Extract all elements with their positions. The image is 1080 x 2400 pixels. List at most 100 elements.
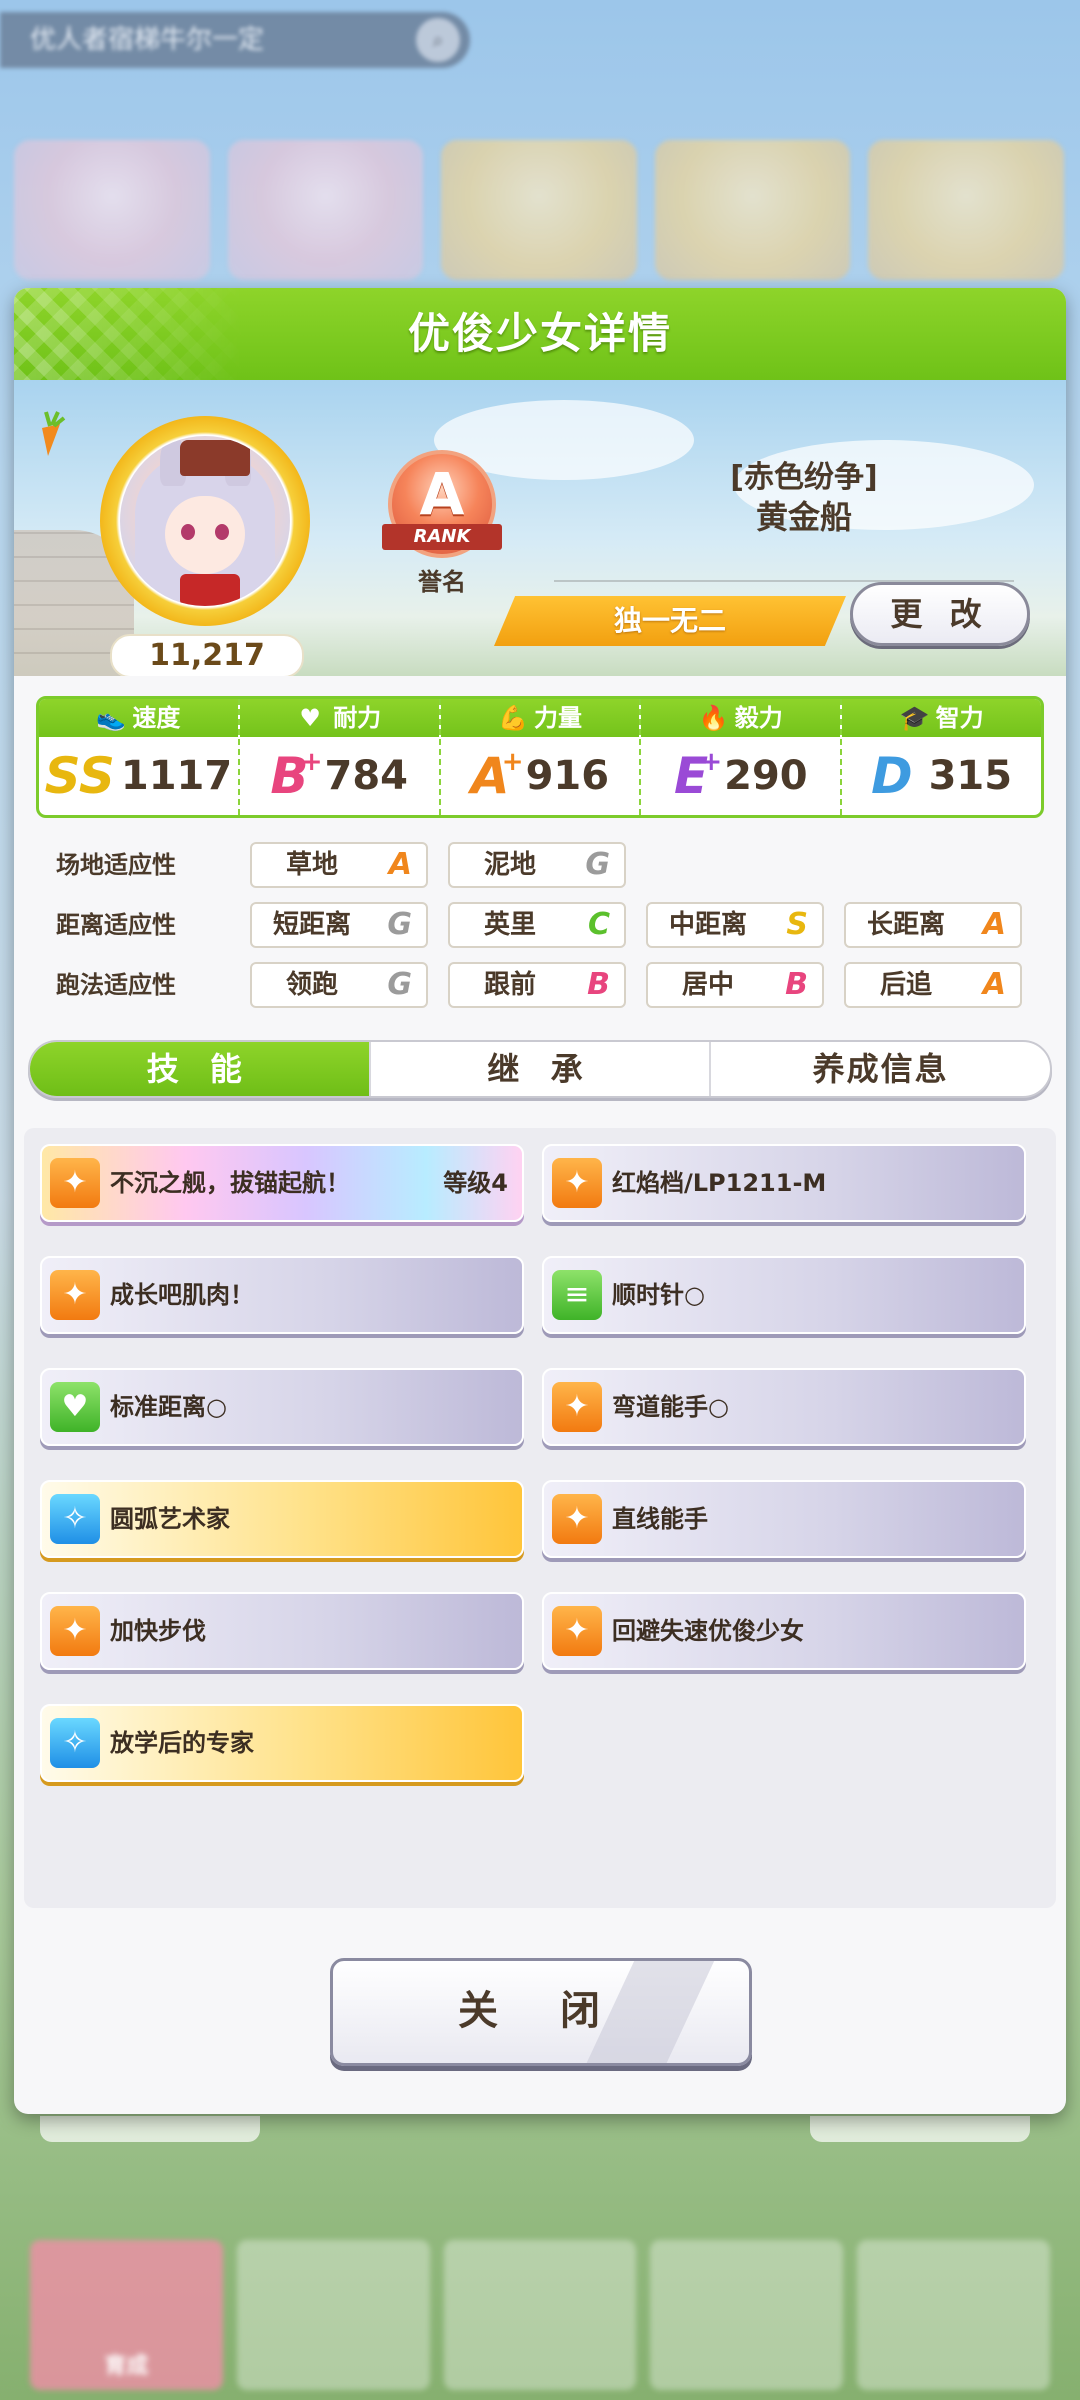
background-nav-item [857,2240,1050,2390]
character-portrait [120,436,290,606]
heart-icon: ♥ [299,704,321,732]
tab-training-info[interactable]: 养成信息 [711,1042,1050,1096]
background-search-bar: 优人者宿梯牛尔一定 ⌕ [0,12,470,68]
stat-wisdom: 🎓 智力 D 315 [842,699,1041,815]
skill-item[interactable]: ✦ 成长吧肌肉！ [40,1256,524,1334]
background-character-card [441,140,637,280]
stat-value: 1117 [120,753,233,799]
skill-name: 红焰档/LP1211-M [612,1169,827,1197]
skill-item[interactable]: ✧ 圆弧艺术家 [40,1480,524,1558]
skill-name: 不沉之舰，拔锚起航！ [110,1169,350,1197]
skill-name: 放学后的专家 [110,1729,254,1757]
skill-item[interactable]: ✦ 红焰档/LP1211-M [542,1144,1026,1222]
detail-tabs: 技 能 继 承 养成信息 [28,1040,1052,1098]
stat-speed: 👟 速度 SS 1117 [39,699,240,815]
background-bottom-nav: 育成 [0,2120,1080,2400]
speed-skill-icon: ✦ [50,1606,100,1656]
aptitude-dirt: 泥地 G [448,842,626,888]
background-nav-item [650,2240,844,2390]
speed-skill-icon: ✦ [552,1494,602,1544]
background-nav-item [443,2240,637,2390]
background-character-card [868,140,1064,280]
green-card-skill-icon: ≡ [552,1270,602,1320]
rank-label: 誉名 [418,568,466,596]
background-nav-item [236,2240,430,2390]
skill-name: 圆弧艺术家 [110,1505,230,1533]
skills-panel: ✦ 不沉之舰，拔锚起航！ 等级4 ✦ 红焰档/LP1211-M ✦ 成长吧肌肉！… [24,1128,1056,1908]
field-aptitude-row: 场地适应性 草地 A 泥地 G [36,840,1044,890]
aptitude-mile: 英里 C [448,902,626,948]
flame-icon: 🔥 [698,704,729,732]
skill-name: 成长吧肌肉！ [110,1281,254,1309]
skill-item[interactable]: ✦ 回避失速优俊少女 [542,1592,1026,1670]
close-button[interactable]: 关 闭 [330,1958,752,2066]
background-search-text: 优人者宿梯牛尔一定 [30,25,265,55]
tab-skills[interactable]: 技 能 [30,1042,371,1096]
character-avatar[interactable] [100,416,310,626]
speed-skill-icon: ✦ [552,1382,602,1432]
background-nav-item: 育成 [30,2240,223,2390]
stat-name: 速度 [132,704,181,732]
stat-guts: 🔥 毅力 E + 290 [641,699,843,815]
style-aptitude-row: 跑法适应性 领跑 G 跟前 B 居中 B 后追 A [36,960,1044,1010]
stat-name: 力量 [533,704,582,732]
skill-item[interactable]: ✦ 直线能手 [542,1480,1026,1558]
muscle-icon: 💪 [497,704,528,732]
aptitude-end: 后追 A [844,962,1022,1008]
character-epithet: [赤色纷争] [730,460,878,495]
stats-panel: 👟 速度 SS 1117 ♥ 耐力 B + 784 💪 力量 A + 916 🔥 毅力 E + [36,696,1044,818]
stat-grade: E + [673,747,723,805]
character-detail-dialog: 优俊少女详情 11,217 A RANK 誉名 [赤色纷争] 黄金船 独一无二 … [14,288,1066,2114]
skill-name: 弯道能手○ [612,1393,729,1421]
change-button[interactable]: 更 改 [850,582,1030,646]
aptitude-late: 居中 B [646,962,824,1008]
stat-grade: D [871,747,913,805]
rank-ribbon: RANK [382,524,502,550]
tab-inheritance[interactable]: 继 承 [371,1042,712,1096]
stat-value: 290 [724,753,808,799]
stat-name: 毅力 [734,704,783,732]
aptitude-label: 距离适应性 [56,911,176,939]
skill-item[interactable]: ✦ 弯道能手○ [542,1368,1026,1446]
stat-value: 916 [525,753,610,799]
skill-name: 回避失速优俊少女 [612,1617,804,1645]
skill-item[interactable]: ✦ 不沉之舰，拔锚起航！ 等级4 [40,1144,524,1222]
skill-name: 标准距离○ [110,1393,227,1421]
skill-name: 顺时针○ [612,1281,705,1309]
stat-name: 耐力 [333,704,382,732]
background-character-card [227,140,424,280]
aptitude-long: 长距离 A [844,902,1022,948]
dialog-title: 优俊少女详情 [407,309,672,358]
stat-power: 💪 力量 A + 916 [440,699,642,815]
background-character-card [654,140,851,280]
skill-item[interactable]: ✦ 加快步伐 [40,1592,524,1670]
background-top: 优人者宿梯牛尔一定 ⌕ [0,0,1080,290]
background-character-card [14,140,210,280]
character-hero: 11,217 A RANK 誉名 [赤色纷争] 黄金船 独一无二 更 改 [14,380,1066,676]
skill-item[interactable]: ♥ 标准距离○ [40,1368,524,1446]
rank-badge: A RANK [382,450,502,558]
aptitude-medium: 中距离 S [646,902,824,948]
aptitude-sprint: 短距离 G [250,902,428,948]
stat-grade: SS [44,747,115,805]
rank-letter: A [419,460,465,528]
stat-name: 智力 [935,704,984,732]
stat-value: 784 [324,753,409,799]
shoe-icon: 👟 [96,704,127,732]
aptitude-turf: 草地 A [250,842,428,888]
skill-level: 等级4 [443,1169,508,1197]
sparkle-skill-icon: ✧ [50,1494,100,1544]
speed-skill-icon: ✦ [552,1606,602,1656]
skill-item[interactable]: ≡ 顺时针○ [542,1256,1026,1334]
speed-skill-icon: ✦ [50,1158,100,1208]
stat-stamina: ♥ 耐力 B + 784 [239,699,441,815]
speed-skill-icon: ✦ [552,1158,602,1208]
background-character-list [14,140,1064,280]
distance-aptitude-row: 距离适应性 短距离 G 英里 C 中距离 S 长距离 A [36,900,1044,950]
heart-skill-icon: ♥ [50,1382,100,1432]
skill-name: 加快步伐 [110,1617,206,1645]
aptitude-label: 跑法适应性 [56,971,176,999]
skill-item[interactable]: ✧ 放学后的专家 [40,1704,524,1782]
fans-count: 11,217 [110,634,304,676]
stat-value: 315 [928,753,1013,799]
